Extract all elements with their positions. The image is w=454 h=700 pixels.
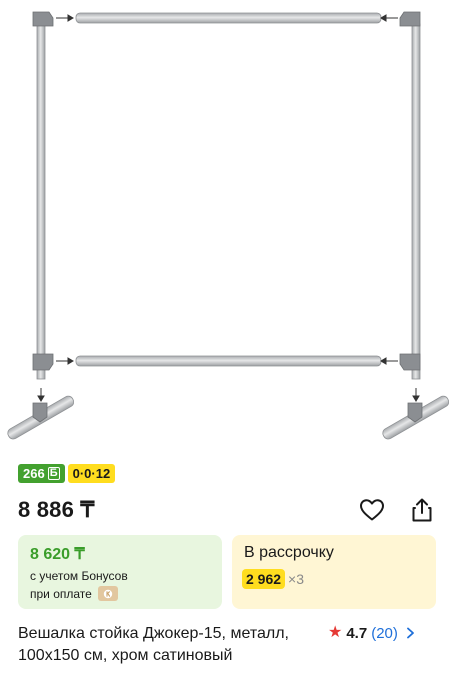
chevron-right-icon <box>406 627 414 639</box>
star-icon: ★ <box>328 624 343 641</box>
product-title: Вешалка стойка Джокер-15, металл, 100x15… <box>18 625 289 664</box>
bonus-badge[interactable]: 266 Б <box>18 464 65 483</box>
product-actions <box>358 496 436 524</box>
bonus-b-icon: Б <box>47 467 60 480</box>
bonus-price-card[interactable]: 8 620 ₸ с учетом Бонусов при оплате <box>18 535 222 609</box>
rating-link[interactable]: ★ 4.7 (20) <box>328 623 415 643</box>
bonus-note-line2-row: при оплате <box>30 586 118 601</box>
installment-months: ×3 <box>288 571 305 587</box>
installment-row: 2 962 ×3 <box>242 569 304 589</box>
kaspi-pay-icon <box>97 586 118 601</box>
share-icon <box>412 498 432 522</box>
bonus-price: 8 620 ₸ <box>30 546 85 563</box>
bonus-note-line1: с учетом Бонусов <box>30 569 128 583</box>
installment-label: В рассрочку <box>244 544 334 561</box>
product-image[interactable] <box>0 0 454 455</box>
clothes-rack-illustration <box>7 11 450 440</box>
installment-card[interactable]: В рассрочку 2 962 ×3 <box>232 535 436 609</box>
review-count: (20) <box>371 624 398 642</box>
rating-score: 4.7 <box>346 624 368 642</box>
installment-amount: 2 962 <box>242 569 286 589</box>
price-row: 8 886 ₸ <box>18 494 436 526</box>
product-price: 8 886 ₸ <box>18 497 95 522</box>
heart-icon <box>360 499 384 521</box>
installment-badge[interactable]: 0·0·12 <box>67 464 116 483</box>
share-button[interactable] <box>408 496 436 524</box>
offer-cards: 8 620 ₸ с учетом Бонусов при оплате В ра… <box>18 535 436 609</box>
badges-row: 266 Б 0·0·12 <box>18 464 116 483</box>
favorite-button[interactable] <box>358 496 386 524</box>
bonus-note-line2: при оплате <box>30 586 92 601</box>
bonus-amount: 266 <box>23 466 45 481</box>
